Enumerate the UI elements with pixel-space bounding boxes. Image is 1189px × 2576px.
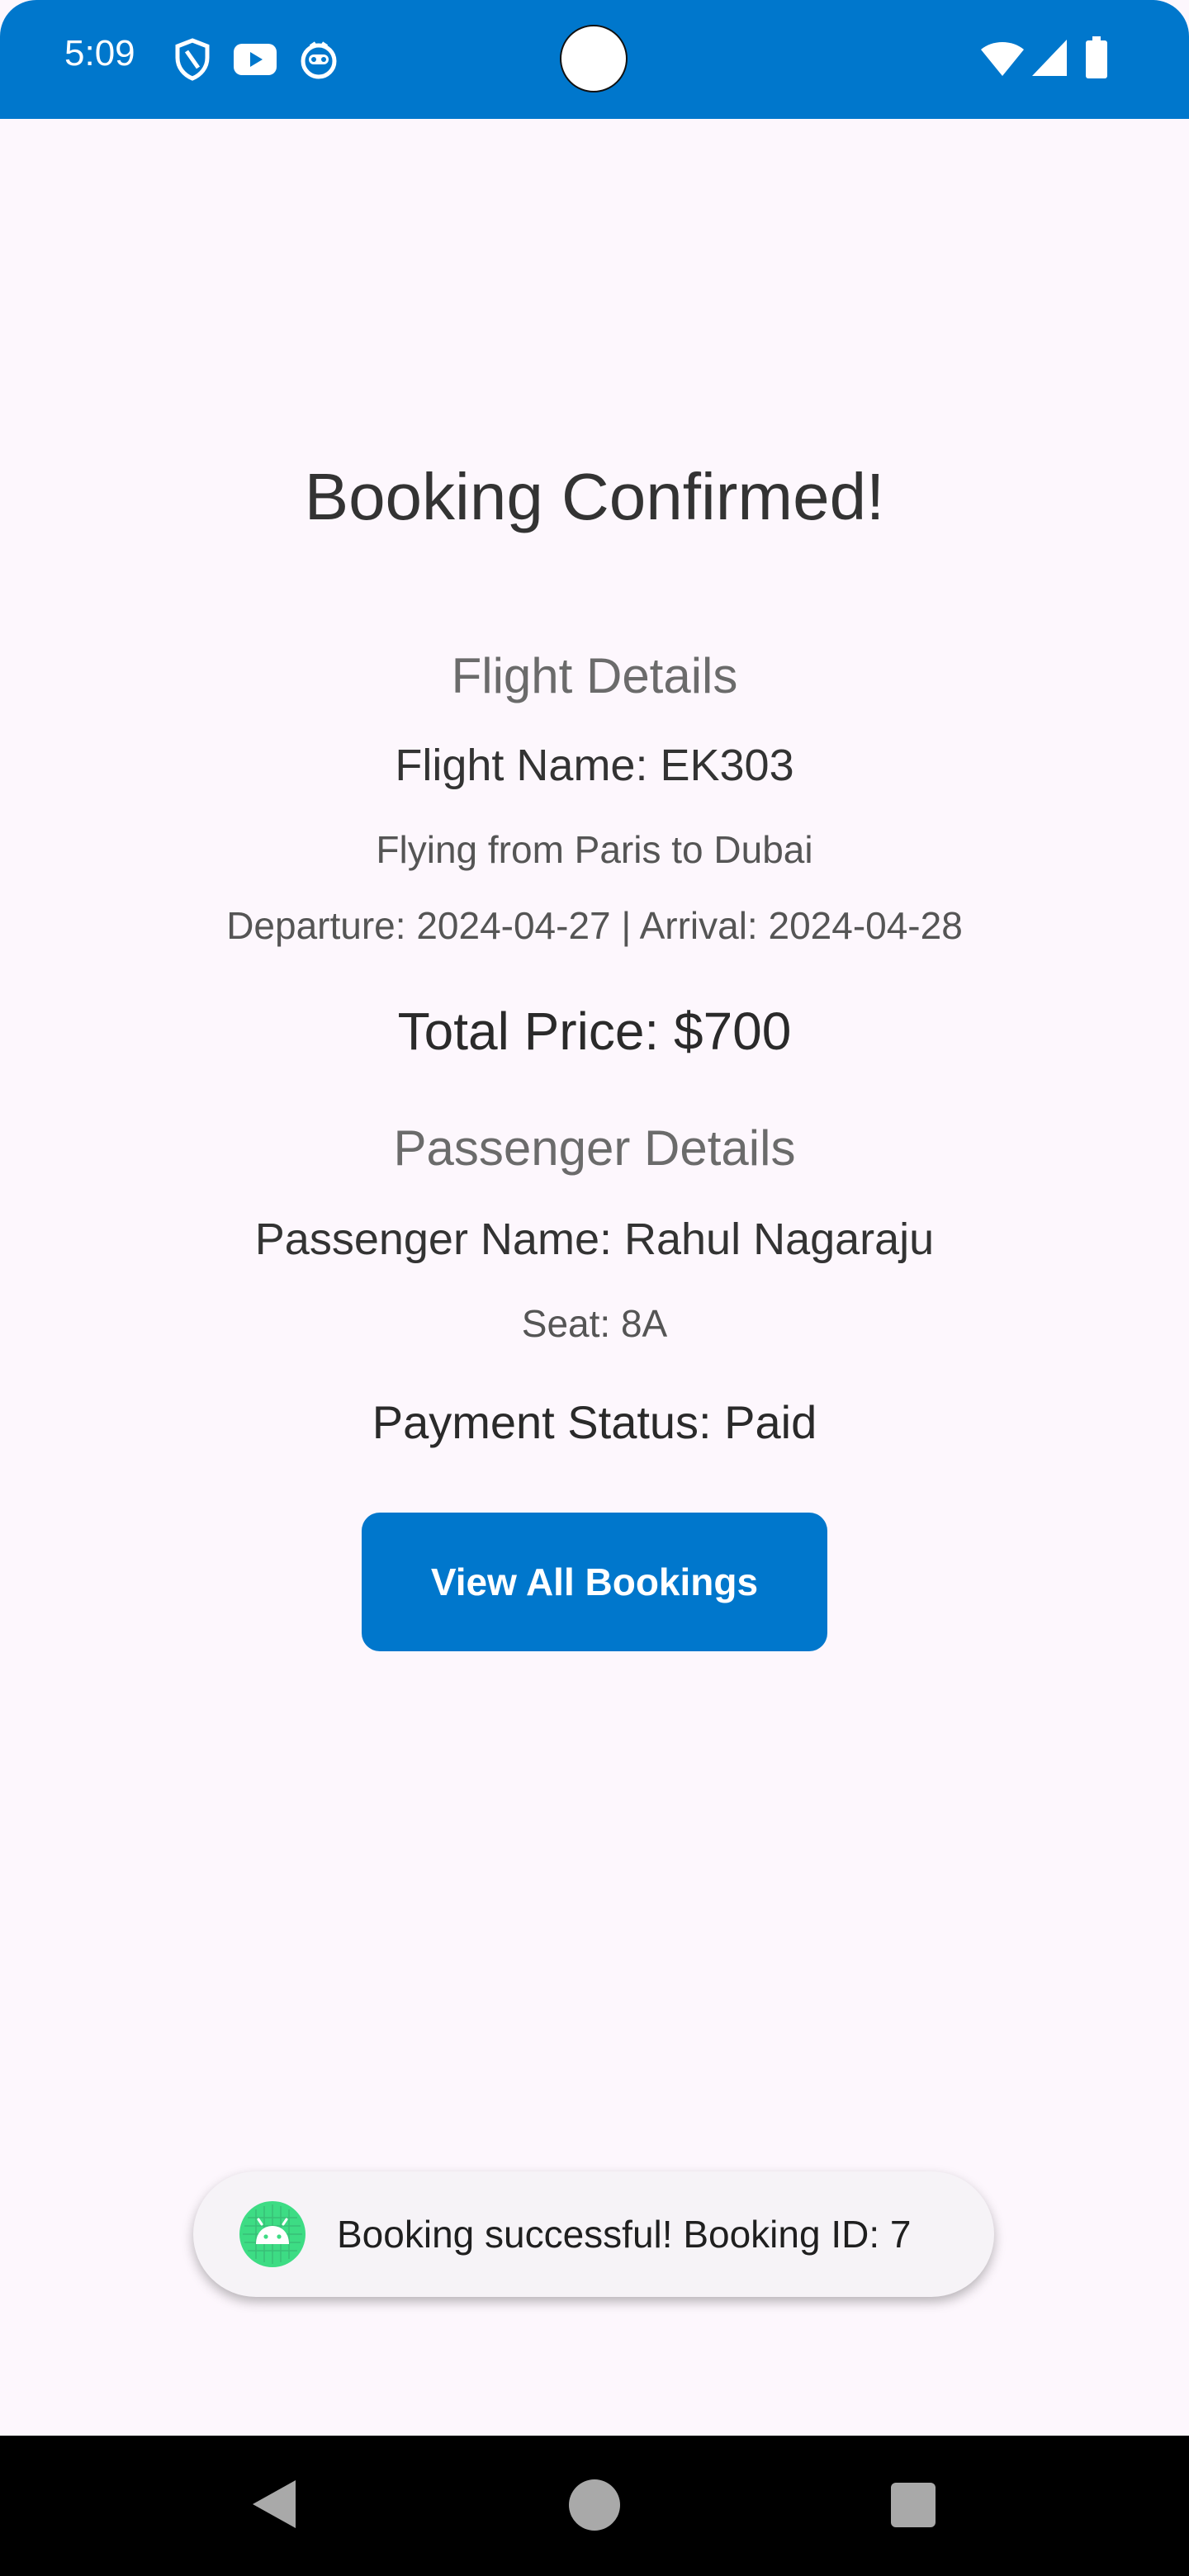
passenger-details-heading: Passenger Details [393,1120,796,1176]
toast-notification: Booking successful! Booking ID: 7 [193,2171,994,2297]
navigation-bar [0,2436,1189,2576]
recents-icon[interactable] [890,2482,936,2532]
status-time: 5:09 [64,33,135,73]
shield-icon [173,38,211,85]
seat-number: Seat: 8A [521,1302,668,1345]
android-app-icon [239,2201,306,2267]
camera-cutout [560,25,628,92]
passenger-name: Passenger Name: Rahul Nagaraju [254,1215,935,1264]
flight-dates: Departure: 2024-04-27 | Arrival: 2024-04… [226,904,963,947]
home-icon[interactable] [568,2479,621,2536]
flight-details-heading: Flight Details [451,648,738,703]
flight-name: Flight Name: EK303 [395,741,794,790]
back-icon[interactable] [248,2477,301,2536]
toast-message: Booking successful! Booking ID: 7 [337,2213,912,2256]
robot-face-icon [299,40,339,83]
payment-status: Payment Status: Paid [372,1396,817,1448]
view-all-bookings-button[interactable]: View All Bookings [362,1513,827,1651]
cellular-signal-icon [1030,38,1068,82]
youtube-icon [233,43,277,80]
page-title: Booking Confirmed! [304,460,885,533]
status-bar: 5:09 [0,0,1189,119]
booking-confirmation-screen: Booking Confirmed! Flight Details Flight… [0,119,1189,2436]
total-price: Total Price: $700 [397,1002,792,1061]
wifi-icon [979,40,1026,82]
flight-route: Flying from Paris to Dubai [376,828,813,871]
battery-icon [1085,36,1108,83]
